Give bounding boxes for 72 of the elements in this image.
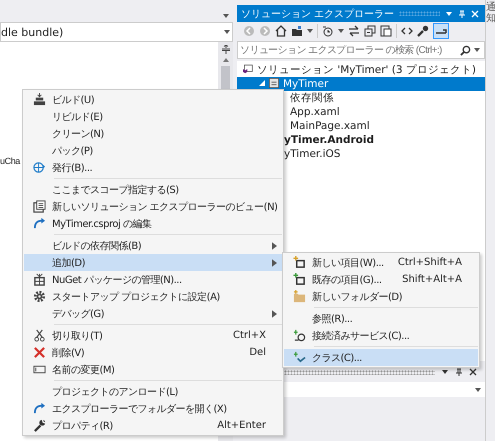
menu-item[interactable]: ここまでスコープ指定する(S) xyxy=(24,181,282,198)
dropdown-arrow-icon[interactable] xyxy=(307,29,313,33)
tree-item[interactable]: MyTimer xyxy=(237,77,485,91)
package-icon xyxy=(32,273,46,286)
menu-item[interactable]: MyTimer.csproj の編集 xyxy=(24,215,282,232)
scroll-up-icon[interactable] xyxy=(222,58,228,62)
menu-item[interactable]: エクスプローラーでフォルダーを開く(X) xyxy=(24,400,282,417)
preview-icon[interactable] xyxy=(433,23,449,39)
submenu-arrow-icon xyxy=(272,258,276,266)
dropdown-arrow-icon[interactable] xyxy=(441,368,449,376)
tree-item[interactable]: ソリューション 'MyTimer' (3 プロジェクト) xyxy=(237,63,485,77)
menu-item[interactable]: パック(P) xyxy=(24,142,282,159)
menu-item[interactable]: 新しいフォルダー(D) xyxy=(284,288,478,305)
menu-item[interactable]: ビルドの依存関係(B) xyxy=(24,237,282,254)
sync-icon[interactable] xyxy=(348,25,360,37)
submenu-arrow-icon xyxy=(272,310,276,318)
code-text: uCha xyxy=(0,156,20,166)
menu-item[interactable]: 名前の変更(M) xyxy=(24,361,282,378)
menu-item[interactable]: NuGet パッケージの管理(N)... xyxy=(24,271,282,288)
dropdown-arrow-icon xyxy=(224,30,230,34)
menu-item[interactable]: ビルド(U) xyxy=(24,91,282,108)
close-icon[interactable] xyxy=(469,368,477,376)
panel-title: ソリューション エクスプローラー xyxy=(241,8,394,20)
gear-icon xyxy=(32,290,46,303)
scissors-icon xyxy=(32,329,46,342)
menu-item[interactable]: 新しいソリューション エクスプローラーのビュー(N) xyxy=(24,198,282,215)
dropdown-arrow-icon xyxy=(475,388,481,392)
submenu-arrow-icon xyxy=(272,242,276,250)
menu-item[interactable]: クラス(C)... xyxy=(284,349,478,366)
menu-item[interactable]: 削除(V) Del xyxy=(24,344,282,361)
wrench-icon xyxy=(32,419,46,432)
menu-item[interactable]: 切り取り(T) Ctrl+X xyxy=(24,327,282,344)
folder-icon xyxy=(292,290,306,303)
dropdown-arrow-icon[interactable] xyxy=(338,29,344,33)
class-icon xyxy=(292,351,306,364)
menu-item[interactable]: 参照(R)... xyxy=(284,310,478,327)
dropdown-arrow-icon[interactable] xyxy=(474,48,480,52)
menu-item[interactable]: 追加(D) xyxy=(24,254,282,271)
curved-arrow-icon xyxy=(32,402,46,415)
collapse-icon[interactable] xyxy=(364,25,376,37)
search-icon[interactable] xyxy=(460,44,471,56)
menu-item[interactable]: プロジェクトのアンロード(L) xyxy=(24,383,282,400)
menu-item[interactable]: リビルド(E) xyxy=(24,108,282,125)
menu-item[interactable]: 既存の項目(G)... Shift+Alt+A xyxy=(284,271,478,288)
menu-item[interactable]: 新しい項目(W)... Ctrl+Shift+A xyxy=(284,254,478,271)
build-icon xyxy=(32,93,46,106)
curved-arrow-icon xyxy=(32,217,46,230)
history-icon[interactable] xyxy=(322,25,334,37)
wrench-icon[interactable] xyxy=(417,25,429,37)
pin-icon[interactable] xyxy=(455,368,463,376)
csharp-project-icon xyxy=(269,78,279,88)
menu-item[interactable]: 接続済みサービス(C)... xyxy=(284,327,478,344)
folder-sync-icon[interactable] xyxy=(291,25,303,37)
solution-icon xyxy=(243,64,253,74)
files-icon[interactable] xyxy=(380,25,392,37)
menu-item[interactable]: クリーン(N) xyxy=(24,125,282,142)
window-icon xyxy=(32,200,46,213)
menu-item[interactable]: プロパティ(R) Alt+Enter xyxy=(24,417,282,434)
menu-item[interactable]: デバッグ(G) xyxy=(24,305,282,322)
delete-icon xyxy=(32,346,46,359)
rename-icon xyxy=(32,363,46,376)
existing-item-icon xyxy=(292,273,306,286)
target-dropdown[interactable]: dle bundle) xyxy=(0,22,233,42)
service-icon xyxy=(292,329,306,342)
home-icon[interactable] xyxy=(275,25,287,37)
dropdown-arrow-icon[interactable] xyxy=(223,14,229,18)
code-icon[interactable] xyxy=(401,25,413,37)
new-item-icon xyxy=(292,256,306,269)
menu-item[interactable]: スタートアップ プロジェクトに設定(A) xyxy=(24,288,282,305)
split-icon[interactable] xyxy=(222,45,230,54)
menu-item[interactable]: 発行(B)... xyxy=(24,159,282,176)
globe-icon xyxy=(32,161,46,174)
